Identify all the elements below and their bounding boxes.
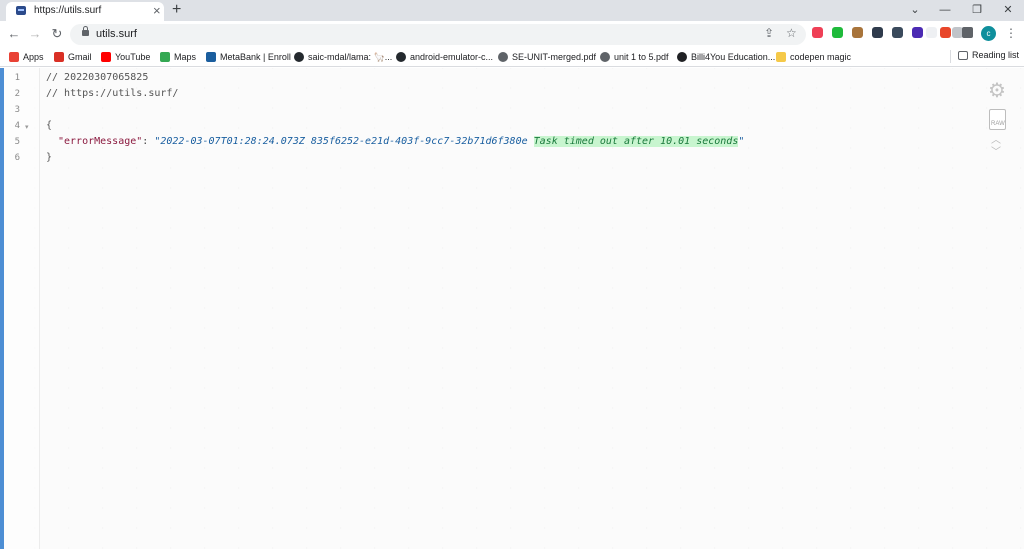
bookmark-item[interactable]: saic-mdal/lama: 🦙... bbox=[294, 50, 392, 64]
globe-icon bbox=[498, 52, 508, 62]
reading-list-icon bbox=[958, 50, 968, 60]
gmail-icon bbox=[54, 52, 64, 62]
apps-grid-icon bbox=[9, 52, 19, 62]
pocket-icon[interactable] bbox=[812, 27, 823, 38]
bookmark-item[interactable]: YouTube bbox=[101, 50, 150, 64]
browser-menu-icon[interactable]: ⋮ bbox=[1005, 25, 1017, 41]
code-comment-line: // 20220307065825 bbox=[46, 72, 149, 83]
json-key: "errorMessage" bbox=[58, 136, 143, 147]
bookmark-item[interactable]: SE-UNIT-merged.pdf bbox=[498, 50, 596, 64]
lock-icon[interactable] bbox=[82, 26, 89, 36]
gear-icon[interactable]: ⚙ bbox=[988, 81, 1006, 101]
viewer-side-tools: ⚙ RAW ︿ ﹀ bbox=[984, 78, 1010, 168]
json-colon: : bbox=[142, 136, 155, 147]
ext-grid-icon[interactable] bbox=[892, 27, 903, 38]
line-number: 5 bbox=[14, 137, 20, 147]
bookmark-label: unit 1 to 5.pdf bbox=[614, 52, 669, 62]
line-gutter: 1 2 3 4 ▾ 5 6 bbox=[4, 68, 40, 549]
back-button[interactable]: ← bbox=[5, 25, 23, 43]
address-bar[interactable]: utils.surf ⇪ ☆ bbox=[70, 24, 806, 45]
close-brace: } bbox=[46, 152, 53, 163]
ext-blank-icon[interactable] bbox=[926, 27, 937, 38]
open-brace: { bbox=[46, 120, 53, 131]
bookmark-item[interactable]: Billi4You Education... bbox=[677, 50, 775, 64]
folder-icon bbox=[776, 52, 786, 62]
bookmark-label: codepen magic bbox=[790, 52, 852, 62]
line-number: 2 bbox=[14, 89, 20, 99]
bookmark-item[interactable]: codepen magic bbox=[776, 50, 851, 64]
json-string-value: "2022-03-07T01:28:24.073Z 835f6252-e21d-… bbox=[154, 136, 534, 147]
bookmark-label: MetaBank | Enroll bbox=[220, 52, 291, 62]
reading-list-button[interactable]: Reading list bbox=[958, 50, 1019, 60]
site-favicon-icon bbox=[16, 6, 26, 15]
github-icon bbox=[294, 52, 304, 62]
chevron-down-icon[interactable]: ﹀ bbox=[991, 148, 1001, 158]
tab-strip: https://utils.surf × + ⌄ — ❐ ✕ bbox=[0, 0, 1024, 21]
reload-button[interactable]: ↻ bbox=[48, 25, 66, 43]
tab-search-button[interactable]: ⌄ bbox=[900, 1, 930, 19]
bookmark-item[interactable]: Apps bbox=[9, 50, 44, 64]
raw-label: RAW bbox=[991, 121, 1005, 127]
chevron-up-icon[interactable]: ︿ bbox=[991, 136, 1001, 146]
tab-title: https://utils.surf bbox=[34, 5, 102, 16]
line-number: 1 bbox=[14, 73, 20, 83]
raw-view-icon[interactable]: RAW bbox=[989, 109, 1006, 130]
error-message-line: "errorMessage": "2022-03-07T01:28:24.073… bbox=[58, 135, 744, 149]
bookmark-item[interactable]: unit 1 to 5.pdf bbox=[600, 50, 669, 64]
tab-close-icon[interactable]: × bbox=[153, 3, 161, 19]
bookmark-label: SE-UNIT-merged.pdf bbox=[512, 52, 597, 62]
code-comment-line: // https://utils.surf/ bbox=[46, 88, 179, 99]
bookmarks-divider bbox=[950, 50, 951, 63]
billi-icon bbox=[677, 52, 687, 62]
ext-green-icon[interactable] bbox=[832, 27, 843, 38]
ext-dark-icon[interactable] bbox=[872, 27, 883, 38]
bookmark-label: Gmail bbox=[68, 52, 92, 62]
ext-red-icon[interactable] bbox=[940, 27, 951, 38]
youtube-icon bbox=[101, 52, 111, 62]
bookmark-star-icon[interactable]: ☆ bbox=[786, 26, 797, 40]
bookmark-item[interactable]: Gmail bbox=[54, 50, 92, 64]
bookmark-item[interactable]: MetaBank | Enroll bbox=[206, 50, 291, 64]
cookie-icon[interactable] bbox=[852, 27, 863, 38]
minimize-button[interactable]: — bbox=[930, 1, 960, 19]
line-number: 3 bbox=[14, 105, 20, 115]
browser-toolbar: ← → ↻ utils.surf ⇪ ☆ c ⋮ bbox=[0, 21, 1024, 47]
bookmark-label: saic-mdal/lama: 🦙... bbox=[308, 51, 393, 62]
bookmark-label: Apps bbox=[23, 52, 44, 62]
address-url[interactable]: utils.surf bbox=[96, 28, 137, 40]
active-tab[interactable]: https://utils.surf × bbox=[6, 2, 164, 21]
bookmarks-bar: Apps Gmail YouTube Maps MetaBank | Enroll sai… bbox=[0, 47, 1024, 67]
fold-toggle-icon[interactable]: ▾ bbox=[25, 123, 29, 131]
close-window-button[interactable]: ✕ bbox=[993, 1, 1023, 19]
reading-list-label: Reading list bbox=[972, 50, 1020, 60]
bookmark-item[interactable]: Maps bbox=[160, 50, 196, 64]
line-number: 6 bbox=[14, 153, 20, 163]
forward-button[interactable]: → bbox=[26, 25, 44, 43]
new-tab-button[interactable]: + bbox=[172, 1, 181, 19]
bookmark-label: android-emulator-c... bbox=[410, 52, 494, 62]
share-icon[interactable]: ⇪ bbox=[764, 26, 774, 40]
globe-icon bbox=[600, 52, 610, 62]
maps-pin-icon bbox=[160, 52, 170, 62]
github-icon bbox=[396, 52, 406, 62]
highlighted-timeout-text: Task timed out after 10.01 seconds bbox=[533, 136, 739, 147]
json-string-close-quote: " bbox=[738, 136, 745, 147]
puzzle-icon[interactable] bbox=[962, 27, 973, 38]
profile-avatar[interactable]: c bbox=[981, 26, 996, 41]
line-number: 4 bbox=[14, 121, 20, 131]
json-viewer: 1 2 3 4 ▾ 5 6 // 20220307065825 // https… bbox=[0, 68, 1024, 549]
bookmark-label: YouTube bbox=[115, 52, 151, 62]
bookmark-item[interactable]: android-emulator-c... bbox=[396, 50, 493, 64]
restore-button[interactable]: ❐ bbox=[962, 1, 992, 19]
bookmark-label: Billi4You Education... bbox=[691, 52, 776, 62]
ext-purple-icon[interactable] bbox=[912, 27, 923, 38]
metabank-icon bbox=[206, 52, 216, 62]
bookmark-label: Maps bbox=[174, 52, 197, 62]
